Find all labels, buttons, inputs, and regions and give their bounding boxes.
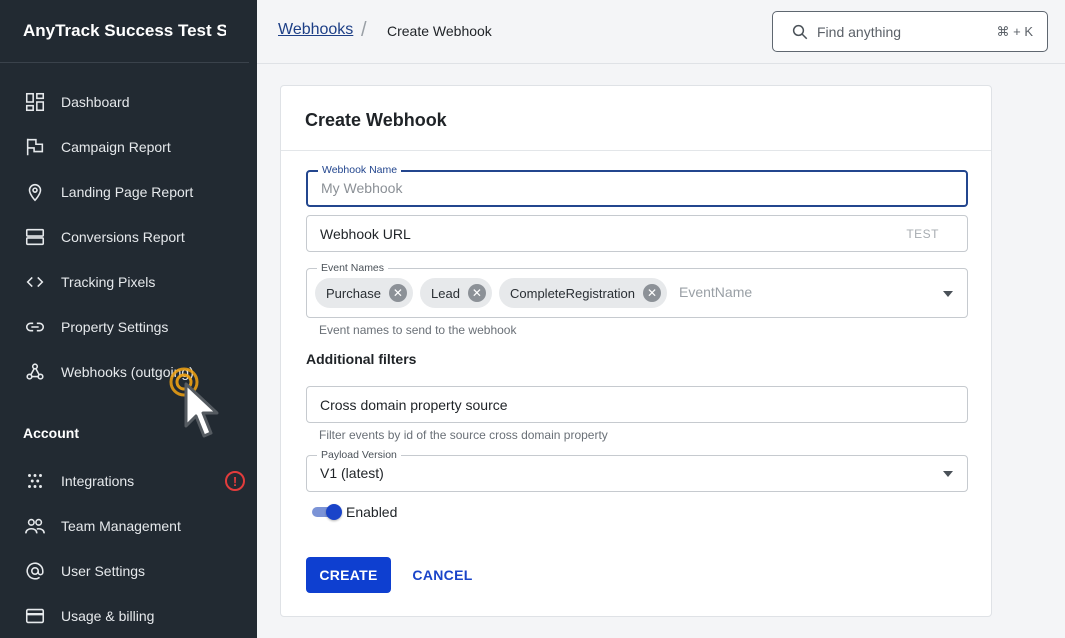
cross-domain-helper: Filter events by id of the source cross … <box>319 428 608 442</box>
sidebar-item-team-management[interactable]: Team Management <box>0 506 257 546</box>
sidebar-item-label: Landing Page Report <box>61 184 194 200</box>
search-placeholder: Find anything <box>817 23 902 40</box>
sidebar-item-user-settings[interactable]: User Settings <box>0 551 257 591</box>
search-shortcut: ⌘ + K <box>996 23 1034 39</box>
sidebar-item-label: User Settings <box>61 563 146 579</box>
test-button[interactable]: TEST <box>906 227 939 241</box>
event-chip-completeregistration[interactable]: CompleteRegistration ✕ <box>499 278 668 308</box>
sidebar-item-landing-page-report[interactable]: Landing Page Report <box>0 172 257 212</box>
webhook-name-label: Webhook Name <box>318 163 402 177</box>
sidebar-item-label: Webhooks (outgoing) <box>61 364 194 380</box>
chevron-down-icon[interactable] <box>943 291 953 297</box>
sidebar-item-label: Team Management <box>61 518 181 534</box>
event-chip-lead[interactable]: Lead ✕ <box>420 278 492 308</box>
webhook-url-field[interactable]: Webhook URL TEST <box>306 215 968 252</box>
at-icon <box>23 559 47 583</box>
remove-chip-icon[interactable]: ✕ <box>643 284 662 302</box>
link-icon <box>23 315 47 339</box>
flag-icon <box>23 135 47 159</box>
stack-icon <box>23 225 47 249</box>
chevron-down-icon[interactable] <box>943 471 953 477</box>
payload-version-value: V1 (latest) <box>320 465 384 481</box>
create-button[interactable]: CREATE <box>306 557 391 593</box>
webhook-url-value: Webhook URL <box>320 226 411 242</box>
chip-label: Lead <box>431 285 460 301</box>
additional-filters-heading: Additional filters <box>306 351 417 367</box>
event-names-label: Event Names <box>317 261 389 275</box>
breadcrumb-separator: / <box>361 19 367 41</box>
divider <box>281 150 991 151</box>
create-webhook-card: Create Webhook Webhook Name Webhook URL … <box>280 85 992 617</box>
sidebar-item-label: Property Settings <box>61 319 169 335</box>
sidebar-item-property-settings[interactable]: Property Settings <box>0 307 257 347</box>
chip-label: Purchase <box>326 285 381 301</box>
page-title: Create Webhook <box>305 110 447 130</box>
sidebar-item-dashboard[interactable]: Dashboard <box>0 82 257 122</box>
sidebar-item-campaign-report[interactable]: Campaign Report <box>0 127 257 167</box>
event-name-input[interactable] <box>679 284 879 300</box>
team-icon <box>23 514 47 538</box>
event-names-helper: Event names to send to the webhook <box>319 323 517 337</box>
webhook-name-input[interactable] <box>321 180 881 196</box>
remove-chip-icon[interactable]: ✕ <box>467 284 486 302</box>
alert-icon: ! <box>225 471 245 491</box>
toggle-knob <box>326 504 342 520</box>
payload-version-select[interactable]: Payload Version V1 (latest) <box>306 448 968 492</box>
breadcrumb-webhooks-link[interactable]: Webhooks <box>278 21 353 39</box>
sidebar-item-webhooks[interactable]: Webhooks (outgoing) <box>0 352 257 392</box>
sidebar-item-conversions-report[interactable]: Conversions Report <box>0 217 257 257</box>
sidebar-item-label: Dashboard <box>61 94 130 110</box>
webhook-icon <box>23 360 47 384</box>
sidebar-item-label: Campaign Report <box>61 139 171 155</box>
sidebar-item-label: Conversions Report <box>61 229 185 245</box>
webhook-name-field[interactable]: Webhook Name <box>306 163 968 207</box>
credit-card-icon <box>23 604 47 628</box>
chip-label: CompleteRegistration <box>510 285 636 301</box>
event-names-field[interactable]: Event Names Purchase ✕ Lead ✕ CompleteRe… <box>306 261 968 318</box>
dashboard-icon <box>23 90 47 114</box>
location-pin-icon <box>23 180 47 204</box>
remove-chip-icon[interactable]: ✕ <box>388 284 407 302</box>
top-bar: Webhooks / Create Webhook Find anything … <box>257 0 1065 64</box>
sidebar-item-label: Usage & billing <box>61 608 155 624</box>
sidebar-section-account: Account <box>23 425 79 441</box>
enabled-toggle[interactable] <box>312 504 342 520</box>
payload-version-label: Payload Version <box>317 448 401 462</box>
sidebar-item-usage-billing[interactable]: Usage & billing <box>0 596 257 636</box>
code-icon <box>23 270 47 294</box>
cancel-button[interactable]: CANCEL <box>406 557 479 593</box>
cross-domain-value: Cross domain property source <box>320 397 508 413</box>
workspace-title[interactable]: AnyTrack Success Test Sh... <box>0 0 249 63</box>
enabled-label: Enabled <box>346 504 398 520</box>
sidebar-item-label: Integrations <box>61 473 135 489</box>
search-icon <box>792 24 808 39</box>
cross-domain-field[interactable]: Cross domain property source <box>306 386 968 423</box>
sidebar-item-label: Tracking Pixels <box>61 274 156 290</box>
sidebar-item-integrations[interactable]: Integrations ! <box>0 461 257 501</box>
search-box[interactable]: Find anything ⌘ + K <box>772 11 1048 52</box>
integrations-icon <box>23 469 47 493</box>
breadcrumb-current: Create Webhook <box>387 23 492 39</box>
event-chip-purchase[interactable]: Purchase ✕ <box>315 278 413 308</box>
sidebar-item-tracking-pixels[interactable]: Tracking Pixels <box>0 262 257 302</box>
sidebar: AnyTrack Success Test Sh... Dashboard Ca… <box>0 0 257 638</box>
